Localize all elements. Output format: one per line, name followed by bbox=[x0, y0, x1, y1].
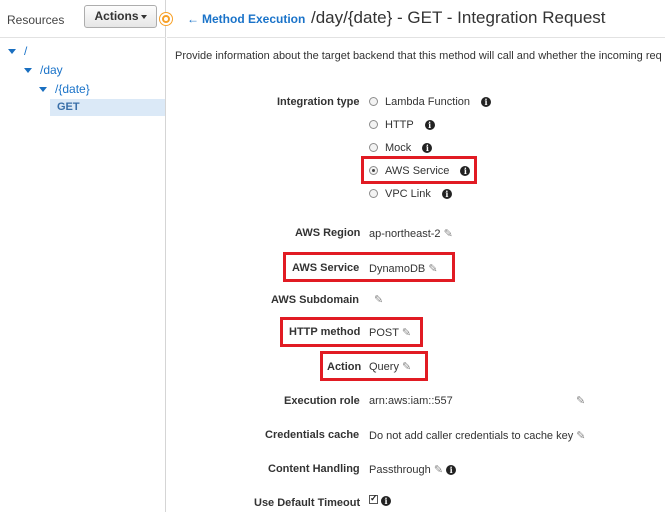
radio-button[interactable] bbox=[369, 189, 378, 198]
option-label: Mock bbox=[385, 142, 412, 154]
highlight-box-http-method bbox=[280, 317, 423, 347]
content-handling-text: Passthrough bbox=[369, 464, 431, 476]
expand-triangle-icon[interactable] bbox=[39, 87, 47, 93]
left-arrow-icon: ← bbox=[187, 12, 199, 26]
credentials-cache-value: Do not add caller credentials to cache k… bbox=[369, 429, 586, 442]
highlight-box-action bbox=[320, 351, 428, 381]
integration-type-label: Integration type bbox=[277, 96, 360, 108]
default-timeout-value: i bbox=[369, 493, 392, 507]
aws-subdomain-value: ✎ bbox=[369, 293, 383, 306]
pencil-icon[interactable]: ✎ bbox=[444, 227, 453, 240]
radio-vpc-link[interactable]: VPC Link i bbox=[369, 188, 452, 200]
actions-button[interactable]: Actions bbox=[84, 5, 157, 28]
resize-handle-icon[interactable] bbox=[160, 13, 172, 25]
aws-subdomain-label: AWS Subdomain bbox=[271, 294, 359, 306]
tree-item-get[interactable]: GET bbox=[50, 99, 165, 116]
aws-region-value: ap-northeast-2 ✎ bbox=[369, 227, 453, 240]
actions-label: Actions bbox=[94, 9, 139, 23]
caret-down-icon bbox=[140, 14, 147, 19]
tree-item-day[interactable]: /day bbox=[24, 63, 63, 77]
expand-triangle-icon[interactable] bbox=[24, 68, 32, 74]
tree-item-date[interactable]: /{date} bbox=[39, 82, 90, 96]
info-icon[interactable]: i bbox=[446, 465, 457, 475]
default-timeout-label: Use Default Timeout bbox=[254, 497, 361, 509]
integration-request-panel: ← Method Execution /day/{date} - GET - In… bbox=[167, 0, 665, 512]
tree-item-label: / bbox=[24, 44, 28, 58]
radio-button[interactable] bbox=[369, 143, 378, 152]
pencil-icon[interactable]: ✎ bbox=[576, 429, 585, 442]
info-icon[interactable]: i bbox=[481, 97, 492, 107]
default-timeout-checkbox[interactable] bbox=[369, 493, 378, 504]
method-execution-link[interactable]: ← Method Execution bbox=[187, 12, 305, 26]
radio-http[interactable]: HTTP i bbox=[369, 119, 435, 131]
radio-button[interactable] bbox=[369, 120, 378, 129]
tree-item-label: /{date} bbox=[55, 82, 90, 96]
radio-lambda-function[interactable]: Lambda Function i bbox=[369, 96, 492, 108]
execution-role-value: arn:aws:iam::557 bbox=[369, 395, 453, 407]
info-icon[interactable]: i bbox=[422, 143, 433, 153]
credentials-cache-label: Credentials cache bbox=[265, 429, 360, 441]
option-label: Lambda Function bbox=[385, 96, 470, 108]
aws-region-label: AWS Region bbox=[295, 227, 361, 239]
content-handling-label: Content Handling bbox=[268, 463, 360, 475]
tree-item-root[interactable]: / bbox=[8, 44, 27, 58]
resources-header: Resources Actions bbox=[0, 0, 166, 38]
method-execution-label: Method Execution bbox=[202, 12, 306, 26]
pencil-icon[interactable]: ✎ bbox=[374, 293, 383, 306]
page-description: Provide information about the target bac… bbox=[175, 50, 662, 62]
option-label: VPC Link bbox=[385, 188, 431, 200]
expand-triangle-icon[interactable] bbox=[8, 49, 16, 55]
content-handling-value: Passthrough ✎ i bbox=[369, 463, 457, 476]
page-title: /day/{date} - GET - Integration Request bbox=[311, 8, 606, 27]
page-header: ← Method Execution /day/{date} - GET - In… bbox=[167, 0, 665, 38]
info-icon[interactable]: i bbox=[424, 120, 435, 130]
pencil-icon[interactable]: ✎ bbox=[576, 394, 585, 407]
credentials-cache-text: Do not add caller credentials to cache k… bbox=[369, 430, 574, 442]
tree-item-label: /day bbox=[40, 63, 63, 77]
resources-panel: Resources Actions / /day /{date} GET bbox=[0, 0, 166, 512]
info-icon[interactable]: i bbox=[381, 496, 392, 506]
highlight-box-aws-service-field bbox=[283, 252, 455, 282]
highlight-box-aws-service bbox=[361, 156, 477, 184]
radio-mock[interactable]: Mock i bbox=[369, 142, 433, 154]
pencil-icon[interactable]: ✎ bbox=[434, 463, 443, 476]
info-icon[interactable]: i bbox=[441, 189, 452, 199]
option-label: HTTP bbox=[385, 119, 414, 131]
resources-title: Resources bbox=[7, 13, 65, 27]
execution-role-label: Execution role bbox=[284, 395, 360, 407]
radio-button[interactable] bbox=[369, 97, 378, 106]
aws-region-text: ap-northeast-2 bbox=[369, 228, 441, 240]
